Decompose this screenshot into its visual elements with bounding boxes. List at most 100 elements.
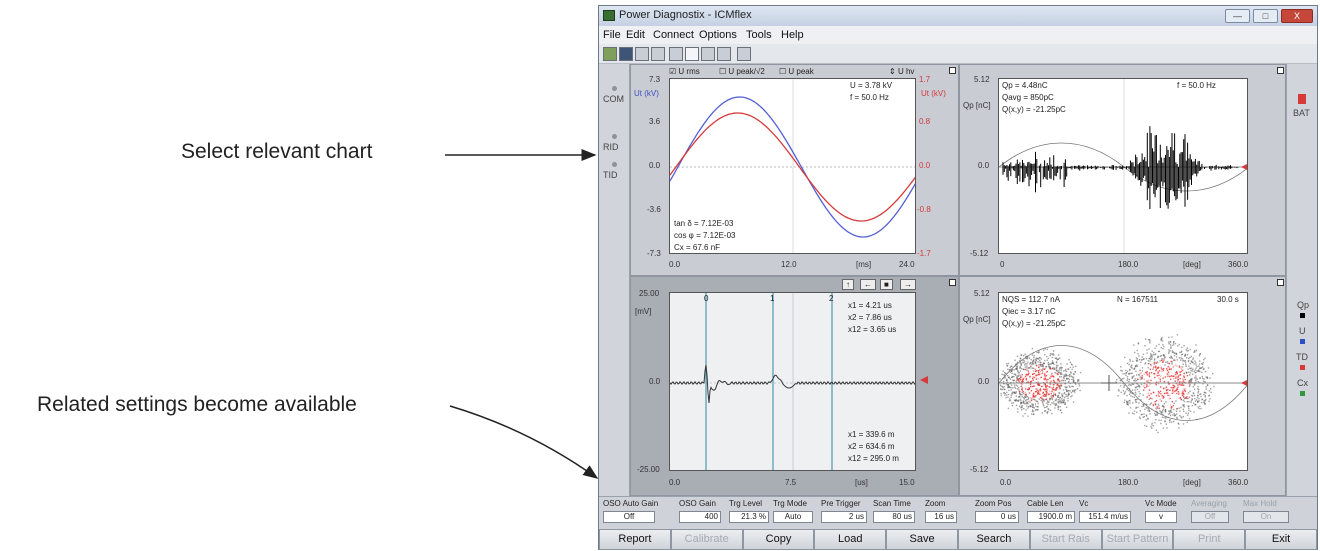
- checkbox-upeak-sqrt2[interactable]: ☐ U peak/√2: [719, 67, 765, 76]
- report-button[interactable]: Report: [599, 529, 671, 550]
- layout-icon[interactable]: [717, 47, 731, 61]
- menu-edit[interactable]: Edit: [626, 29, 645, 41]
- prpd-point: [1059, 397, 1061, 399]
- setting-field[interactable]: 1900.0 m: [1027, 511, 1075, 523]
- chart2-menu-icon[interactable]: [1277, 67, 1284, 74]
- prpd-point: [1069, 390, 1071, 392]
- setting-field[interactable]: 16 us: [925, 511, 957, 523]
- prpd-point: [1188, 365, 1190, 367]
- chart1-menu-icon[interactable]: [949, 67, 956, 74]
- prpd-point: [1181, 366, 1184, 368]
- search-button[interactable]: Search: [958, 529, 1030, 550]
- prpd-point: [1001, 388, 1004, 391]
- channel-td-label[interactable]: TD: [1296, 352, 1308, 362]
- save-button[interactable]: Save: [886, 529, 958, 550]
- trigger-level-marker[interactable]: [920, 376, 928, 384]
- prpd-point: [1136, 378, 1139, 381]
- maximize-button[interactable]: □: [1253, 9, 1278, 23]
- sidebar-com[interactable]: COM: [603, 94, 624, 104]
- channel-u-label[interactable]: U: [1299, 326, 1306, 336]
- camera-icon[interactable]: [737, 47, 751, 61]
- osc-up-button[interactable]: ↑: [842, 279, 854, 290]
- setting-field[interactable]: v: [1145, 511, 1177, 523]
- prpd-point: [1141, 359, 1143, 361]
- phase-chart-icon[interactable]: [685, 47, 699, 61]
- prpd-point: [1047, 361, 1050, 364]
- prpd-point: [1013, 391, 1015, 394]
- prpd-point: [1019, 398, 1022, 401]
- exit-button[interactable]: Exit: [1245, 529, 1317, 550]
- menu-options[interactable]: Options: [699, 29, 737, 41]
- sidebar-rid[interactable]: RID: [603, 142, 619, 152]
- prpd-point: [1139, 358, 1141, 361]
- prpd-point: [1056, 387, 1058, 389]
- chart-voltage[interactable]: ☑ U rms ☐ U peak/√2 ☐ U peak ⇕ U hv U = …: [630, 64, 959, 276]
- export-icon[interactable]: [651, 47, 665, 61]
- prpd-point: [1208, 390, 1211, 392]
- prpd-point: [1204, 394, 1206, 397]
- channel-qp-label[interactable]: Qp: [1297, 300, 1309, 310]
- prpd-point: [1148, 398, 1150, 400]
- save-icon[interactable]: [619, 47, 633, 61]
- menu-tools[interactable]: Tools: [746, 29, 772, 41]
- chart-oscilloscope[interactable]: ↑ ← ■ → 0 1 2 x1 = 4.21 us x2 = 7.86 us …: [630, 276, 959, 496]
- prpd-point: [1174, 364, 1176, 366]
- open-icon[interactable]: [603, 47, 617, 61]
- setting-field[interactable]: 21.3 %: [729, 511, 769, 523]
- setting-field[interactable]: 0 us: [975, 511, 1019, 523]
- copy-button[interactable]: Copy: [742, 529, 815, 550]
- prpd-point: [1201, 398, 1204, 400]
- prpd-point: [1197, 392, 1199, 394]
- setting-field[interactable]: 80 us: [873, 511, 915, 523]
- prpd-point: [1177, 384, 1179, 386]
- prpd-point: [1172, 414, 1174, 416]
- chart3-menu-icon[interactable]: [949, 279, 956, 286]
- menu-file[interactable]: File: [603, 29, 621, 41]
- sidebar-tid[interactable]: TID: [603, 170, 618, 180]
- prpd-point: [1032, 367, 1034, 369]
- prpd-point: [1188, 400, 1190, 403]
- osc-stop-button[interactable]: ■: [880, 279, 893, 290]
- prpd-point: [1160, 367, 1163, 369]
- setting-field[interactable]: 400: [679, 511, 721, 523]
- grid-icon[interactable]: [701, 47, 715, 61]
- prpd-point: [1182, 395, 1185, 397]
- minimize-button[interactable]: —: [1225, 9, 1250, 23]
- prpd-point: [1198, 365, 1200, 367]
- prpd-point: [1025, 357, 1027, 360]
- prpd-point: [1060, 363, 1062, 365]
- chart-prpd-pattern[interactable]: NQS = 112.7 nA Qiec = 3.17 nC Q(x,y) = -…: [959, 276, 1286, 496]
- setting-field[interactable]: 151.4 m/us: [1079, 511, 1131, 523]
- setting-field[interactable]: 2 us: [821, 511, 867, 523]
- prpd-point: [1176, 359, 1178, 361]
- prpd-point: [1005, 383, 1008, 385]
- setting-field[interactable]: Off: [603, 511, 655, 523]
- prpd-point: [1069, 375, 1071, 378]
- prpd-point: [1143, 378, 1145, 380]
- title-bar[interactable]: Power Diagnostix - ICMflex — □ X: [599, 6, 1317, 26]
- prpd-point: [1166, 427, 1168, 429]
- osc-right-button[interactable]: →: [900, 279, 916, 290]
- record-icon[interactable]: [669, 47, 683, 61]
- channel-cx-label[interactable]: Cx: [1297, 378, 1308, 388]
- setting-field[interactable]: Auto: [773, 511, 813, 523]
- chart4-menu-icon[interactable]: [1277, 279, 1284, 286]
- prpd-point: [1040, 395, 1043, 398]
- checkbox-upeak[interactable]: ☐ U peak: [779, 67, 814, 76]
- prpd-point: [1032, 410, 1035, 413]
- prpd-point: [1212, 372, 1214, 375]
- menu-connect[interactable]: Connect: [653, 29, 694, 41]
- menu-help[interactable]: Help: [781, 29, 804, 41]
- prpd-point: [1197, 395, 1199, 397]
- close-button[interactable]: X: [1281, 9, 1313, 23]
- load-button[interactable]: Load: [814, 529, 887, 550]
- chart-phase-pulse[interactable]: Qp = 4.48nC Qavg = 850pC Q(x,y) = -21.25…: [959, 64, 1286, 276]
- prpd-point: [1034, 370, 1037, 373]
- prpd-point: [1182, 359, 1184, 361]
- checkbox-urms[interactable]: ☑ U rms: [669, 67, 700, 76]
- prpd-point: [1146, 425, 1148, 427]
- uhv-toggle[interactable]: ⇕ U hv: [889, 67, 914, 76]
- prpd-point: [1168, 352, 1170, 354]
- osc-left-button[interactable]: ←: [860, 279, 876, 290]
- document-icon[interactable]: [635, 47, 649, 61]
